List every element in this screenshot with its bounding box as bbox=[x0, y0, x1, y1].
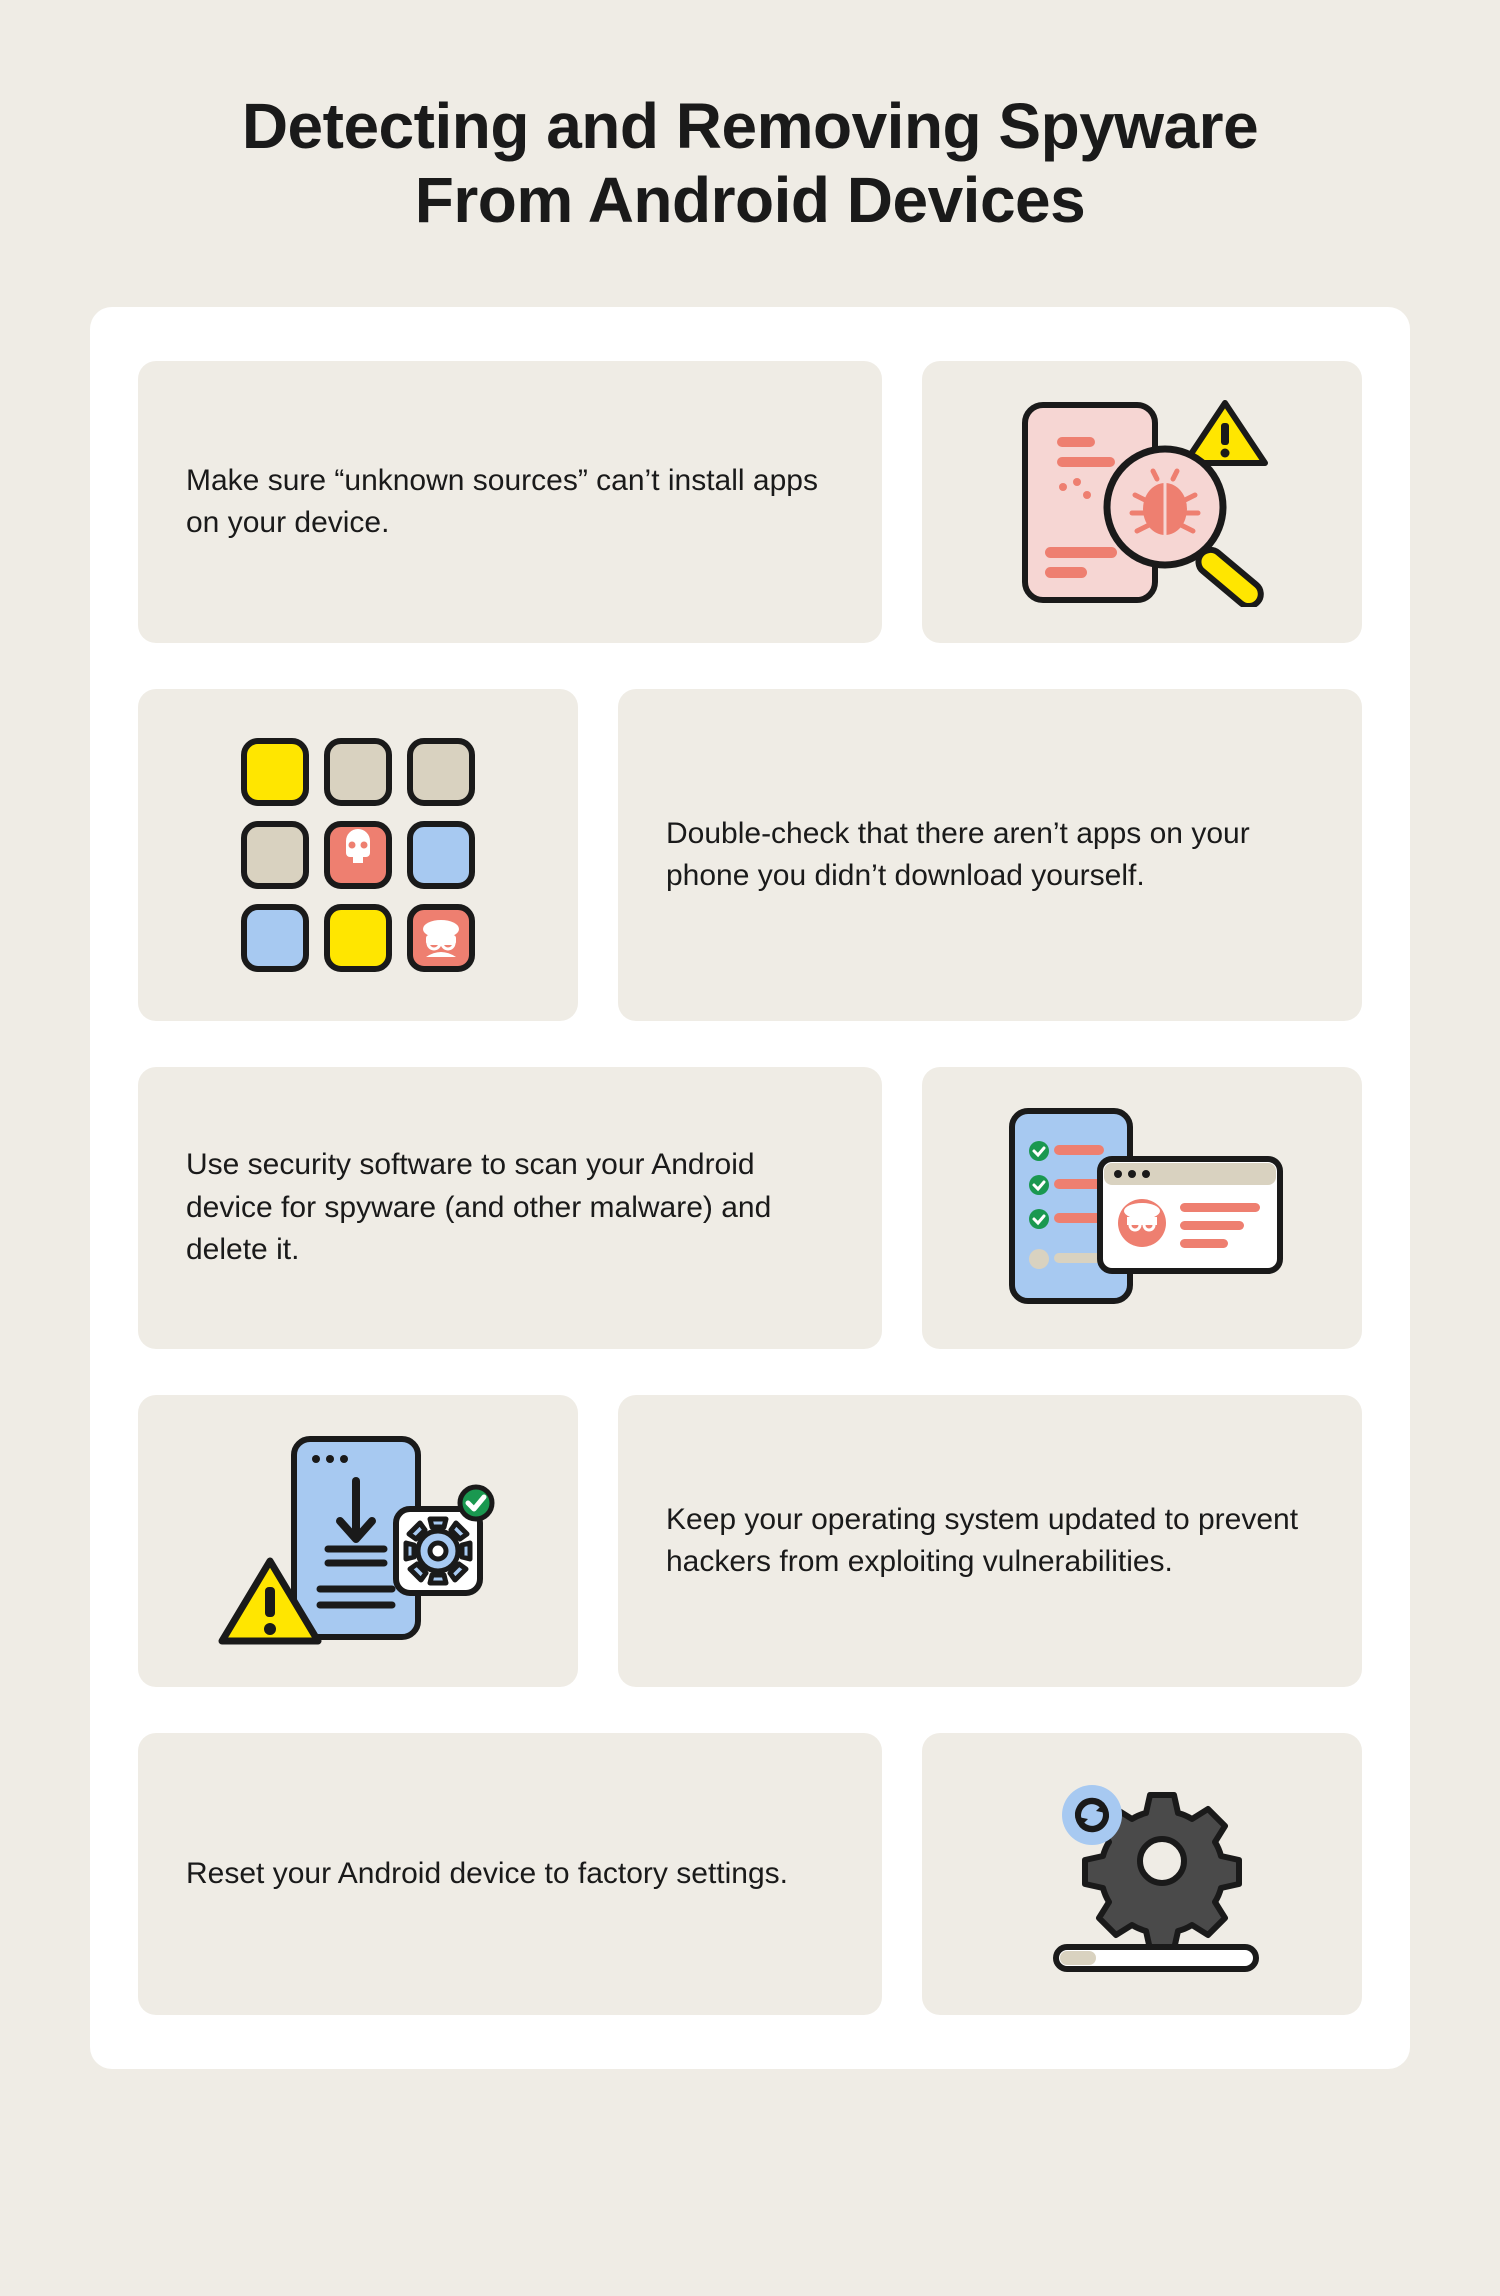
tip-row-2: Double-check that there aren’t apps on y… bbox=[138, 689, 1362, 1021]
system-update-icon bbox=[208, 1431, 508, 1651]
tip-4-text: Keep your operating system updated to pr… bbox=[618, 1395, 1362, 1687]
app-grid-malware-icon bbox=[228, 725, 488, 985]
tip-5-illustration bbox=[922, 1733, 1362, 2015]
tip-5-text: Reset your Android device to factory set… bbox=[138, 1733, 882, 2015]
phone-bug-magnifier-icon bbox=[987, 397, 1297, 607]
tip-2-illustration bbox=[138, 689, 578, 1021]
factory-reset-gear-icon bbox=[1002, 1769, 1282, 1979]
tip-4-illustration bbox=[138, 1395, 578, 1687]
page-title: Detecting and Removing Spyware From Andr… bbox=[90, 90, 1410, 237]
tip-row-3: Use security software to scan your Andro… bbox=[138, 1067, 1362, 1349]
tip-3-illustration bbox=[922, 1067, 1362, 1349]
tips-panel: Make sure “unknown sources” can’t instal… bbox=[90, 307, 1410, 2069]
title-line-1: Detecting and Removing Spyware bbox=[242, 90, 1258, 162]
tip-1-text: Make sure “unknown sources” can’t instal… bbox=[138, 361, 882, 643]
tip-row-5: Reset your Android device to factory set… bbox=[138, 1733, 1362, 2015]
title-line-2: From Android Devices bbox=[415, 164, 1085, 236]
tip-1-illustration bbox=[922, 361, 1362, 643]
tip-row-4: Keep your operating system updated to pr… bbox=[138, 1395, 1362, 1687]
tip-row-1: Make sure “unknown sources” can’t instal… bbox=[138, 361, 1362, 643]
tip-2-text: Double-check that there aren’t apps on y… bbox=[618, 689, 1362, 1021]
tip-3-text: Use security software to scan your Andro… bbox=[138, 1067, 882, 1349]
phone-scan-popup-icon bbox=[982, 1103, 1302, 1313]
